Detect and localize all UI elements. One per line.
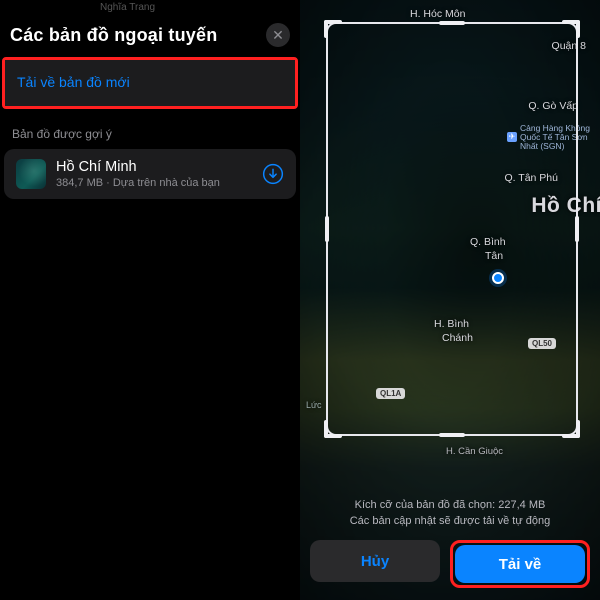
suggested-map-title: Hồ Chí Minh (56, 159, 252, 175)
sheet-button-row: Hủy Tải về (310, 540, 590, 588)
close-icon: ✕ (272, 28, 284, 42)
close-button[interactable]: ✕ (266, 23, 290, 47)
suggested-map-subtitle: 384,7 MB · Dựa trên nhà của bạn (56, 177, 252, 189)
selection-handle-br[interactable] (562, 420, 580, 438)
sheet-info-text: Kích cỡ của bản đồ đã chọn: 227,4 MB Các… (310, 498, 590, 530)
download-icon[interactable] (262, 163, 284, 185)
highlight-download-button: Tải về (450, 540, 590, 588)
sheet-header: Các bản đồ ngoại tuyến ✕ (0, 17, 300, 57)
selection-handle-bl[interactable] (324, 420, 342, 438)
sheet-autoupdate-line: Các bản cập nhật sẽ được tải về tự động (310, 514, 590, 530)
map-thumbnail (16, 159, 46, 189)
map-label-hoc-mon: H. Hóc Môn (410, 8, 465, 20)
selection-handle-top[interactable] (439, 21, 465, 25)
selection-handle-right[interactable] (575, 216, 579, 242)
download-new-map-label: Tải về bản đồ mới (17, 74, 130, 90)
suggested-section-label: Bản đồ được gợi ý (0, 109, 300, 149)
map-label-can-giuoc: H. Cần Giuộc (446, 446, 503, 457)
status-text: Nghĩa Trang (0, 0, 300, 17)
left-pane-offline-maps: Nghĩa Trang Các bản đồ ngoại tuyến ✕ Tải… (0, 0, 300, 600)
map-label-luc: Lức (306, 400, 322, 410)
download-button[interactable]: Tải về (455, 545, 585, 583)
cancel-button[interactable]: Hủy (310, 540, 440, 582)
selection-handle-tr[interactable] (562, 20, 580, 38)
sheet-size-line: Kích cỡ của bản đồ đã chọn: 227,4 MB (310, 498, 590, 514)
suggested-map-row[interactable]: Hồ Chí Minh 384,7 MB · Dựa trên nhà của … (4, 149, 296, 199)
selection-handle-tl[interactable] (324, 20, 342, 38)
right-pane-map-select: H. Hóc Môn Quận 8 Q. Gò Vấp ✈ Cảng Hàng … (300, 0, 600, 600)
selection-handle-bottom[interactable] (439, 433, 465, 437)
page-title: Các bản đồ ngoại tuyến (10, 25, 217, 46)
cancel-button-label: Hủy (361, 553, 389, 570)
suggested-map-info: Hồ Chí Minh 384,7 MB · Dựa trên nhà của … (56, 159, 252, 189)
screenshot-pair: Nghĩa Trang Các bản đồ ngoại tuyến ✕ Tải… (0, 0, 600, 600)
map-selection-frame[interactable] (326, 22, 578, 436)
download-button-label: Tải về (499, 556, 542, 573)
selection-handle-left[interactable] (325, 216, 329, 242)
download-sheet: Kích cỡ của bản đồ đã chọn: 227,4 MB Các… (300, 488, 600, 600)
download-new-map-row[interactable]: Tải về bản đồ mới (5, 60, 295, 106)
highlight-download-new: Tải về bản đồ mới (2, 57, 298, 109)
